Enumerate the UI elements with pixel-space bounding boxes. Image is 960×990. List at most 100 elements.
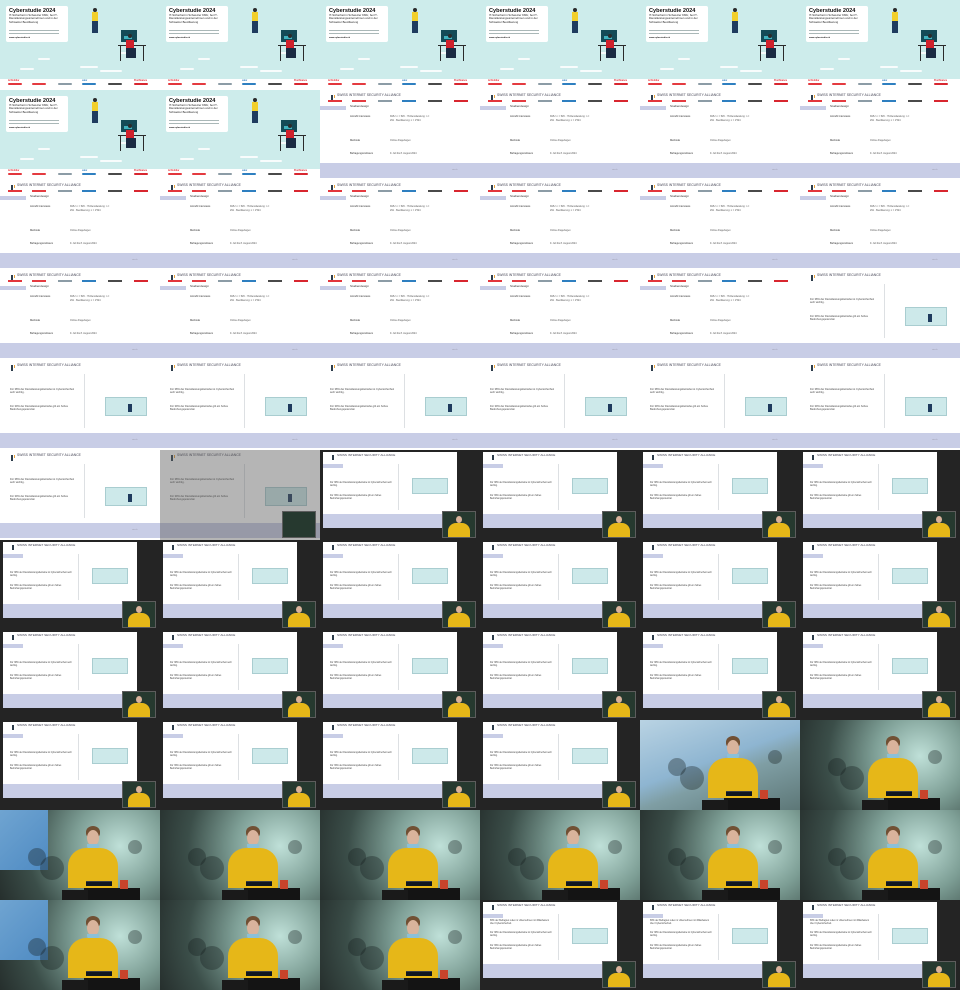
- shadow-shape: [520, 856, 544, 880]
- desk-leg: [303, 135, 304, 151]
- alliance-logo-bar: [491, 365, 493, 371]
- presenter-sweater: [768, 523, 790, 537]
- column-divider: [78, 734, 79, 780]
- column-divider: [884, 284, 885, 338]
- desk-object: [600, 880, 608, 889]
- partner-logo: [58, 83, 72, 85]
- subtitle-underline: [489, 30, 539, 31]
- paragraph: Für 39% der Dienstleistungsbetriebe gilt…: [10, 495, 68, 502]
- lectern-front: [62, 980, 88, 990]
- partner-logo: [454, 190, 468, 192]
- lectern-front: [862, 800, 888, 810]
- column-divider: [718, 554, 719, 600]
- subtitle-underline: [9, 30, 59, 31]
- partner-logo: [648, 100, 662, 102]
- alliance-logo-bar: [11, 455, 13, 461]
- paragraph: Für 39% der Dienstleistungsbetriebe gilt…: [810, 585, 862, 590]
- cloud-shape: [678, 58, 690, 60]
- footer-text: sisa.ch: [132, 259, 138, 261]
- cloud-shape: [838, 58, 850, 60]
- lectern-front: [702, 800, 728, 810]
- row-value: KMU: n = 526 · IT-Dienstleistung: n = 29…: [710, 115, 750, 122]
- row-value: KMU: n = 526 · IT-Dienstleistung: n = 29…: [870, 205, 910, 212]
- row-value: 9. Juli bis 8. August 2024: [710, 152, 737, 155]
- partner-logo: [402, 280, 416, 282]
- row-value: 9. Juli bis 8. August 2024: [550, 242, 577, 245]
- footer-text: sisa.ch: [612, 259, 618, 261]
- alliance-logo-bar: [332, 545, 334, 550]
- alliance-logo-text: SWISS INTERNET SECURITY ALLIANCE: [497, 723, 556, 727]
- alliance-logo-accent: [334, 275, 335, 278]
- alliance-logo-bar: [492, 455, 494, 460]
- presenter-head: [456, 696, 462, 703]
- partner-logo: [242, 173, 256, 175]
- footer-band: [483, 784, 617, 798]
- shadow-shape: [200, 856, 224, 880]
- row-label: Methode: [830, 229, 841, 232]
- frame-title: Cyberstudie 2024 IT-Sicherheit in Schweiz…: [0, 0, 160, 90]
- slide-heading: Studiendesign: [350, 104, 370, 108]
- partner-logo: [402, 190, 416, 192]
- frame-table: SWISS INTERNET SECURITY ALLIANCE sisa.ch S…: [160, 270, 320, 360]
- presenter-sweater: [768, 703, 790, 717]
- url-text: www.cyberstudie.ch: [9, 37, 31, 39]
- alliance-logo-text: SWISS INTERNET SECURITY ALLIANCE: [497, 453, 556, 457]
- row-label: Anzahl Interviews: [350, 115, 371, 118]
- slide-heading: Studiendesign: [510, 104, 530, 108]
- frame-dark: SWISS INTERNET SECURITY ALLIANCE Für 38% …: [480, 450, 640, 540]
- frame-table: SWISS INTERNET SECURITY ALLIANCE sisa.ch S…: [0, 180, 160, 270]
- paragraph: Für 38% der Dienstleistungsbetriebe ist …: [490, 662, 552, 667]
- row-value: KMU: n = 526 · IT-Dienstleistung: n = 29…: [70, 205, 110, 212]
- frame-dark: SWISS INTERNET SECURITY ALLIANCE Für 38% …: [800, 630, 960, 720]
- footer-text: sisa.ch: [932, 349, 938, 351]
- footer-band: [483, 694, 617, 708]
- partner-logo: [268, 190, 282, 192]
- alliance-logo-bar: [492, 635, 494, 640]
- paragraph: Für 39% der Dienstleistungsbetriebe gilt…: [330, 405, 388, 412]
- paragraph: Für 38% der Dienstleistungsbetriebe ist …: [810, 298, 875, 305]
- thumbnail-figure: [928, 404, 932, 412]
- partner-logo-label: satw: [882, 80, 888, 82]
- partner-logo: [218, 280, 232, 282]
- alliance-logo-text: SWISS INTERNET SECURITY ALLIANCE: [817, 453, 876, 457]
- alliance-logo-accent: [654, 185, 655, 188]
- partner-logo: [672, 280, 686, 282]
- column-divider: [558, 734, 559, 780]
- partner-logo: [512, 280, 526, 282]
- footer-text: sisa.ch: [132, 439, 138, 441]
- alliance-logo-bar: [492, 545, 494, 550]
- slide-heading: Studiendesign: [30, 194, 50, 198]
- presenter-head: [936, 966, 942, 973]
- column-divider: [84, 464, 85, 518]
- shadow-shape: [448, 930, 462, 944]
- row-label: Anzahl Interviews: [670, 115, 691, 118]
- figure-head: [448, 34, 452, 38]
- desk-object: [440, 880, 448, 889]
- figure-legs: [732, 21, 738, 33]
- shadow-shape: [840, 766, 864, 790]
- lectern: [84, 888, 140, 900]
- illustration-thumbnail: [905, 307, 947, 326]
- row-value: Online-Fragebogen: [710, 319, 731, 322]
- partner-logo: [8, 83, 22, 85]
- alliance-logo-bar: [652, 635, 654, 640]
- alliance-logo-text: SWISS INTERNET SECURITY ALLIANCE: [817, 363, 881, 367]
- partner-logo: [58, 190, 72, 192]
- paragraph: Für 38% der Dienstleistungsbetriebe ist …: [10, 662, 72, 667]
- partner-logo: [328, 280, 342, 282]
- partner-logo-label: Postfinance: [134, 170, 148, 172]
- url-text: www.cyberstudie.ch: [489, 37, 511, 39]
- row-value: KMU: n = 526 · IT-Dienstleistung: n = 29…: [710, 295, 750, 302]
- partner-logo: [748, 190, 762, 192]
- frame-title: Cyberstudie 2024 IT-Sicherheit in Schweiz…: [0, 90, 160, 180]
- footer-band: [323, 784, 457, 798]
- cloud-shape: [740, 70, 762, 72]
- section-tab: [803, 554, 823, 558]
- alliance-logo-text: SWISS INTERNET SECURITY ALLIANCE: [177, 273, 241, 277]
- partner-logo: [294, 190, 308, 192]
- section-tab: [163, 554, 183, 558]
- alliance-logo-accent: [814, 185, 815, 188]
- figure-shirt: [92, 12, 98, 21]
- paragraph: Für 39% der Dienstleistungsbetriebe gilt…: [490, 495, 542, 500]
- partner-logo: [614, 83, 628, 85]
